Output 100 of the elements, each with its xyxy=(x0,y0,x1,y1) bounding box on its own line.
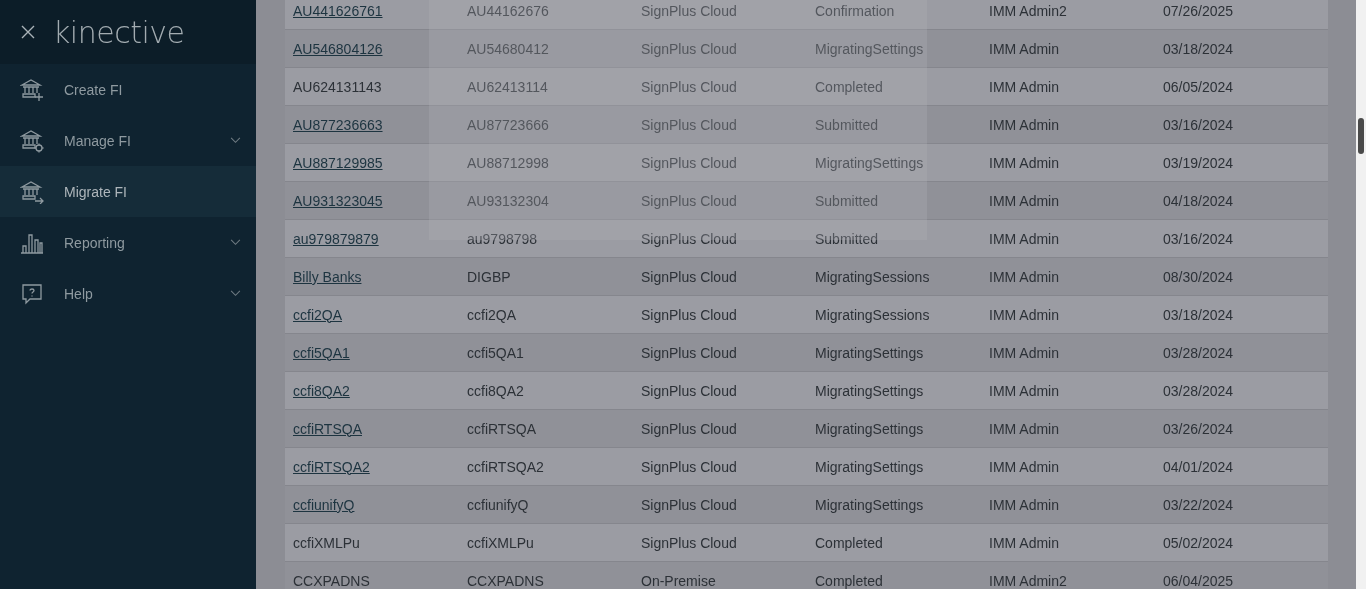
table-cell-text: IMM Admin xyxy=(989,154,1060,171)
table-cell-text: Completed xyxy=(815,572,884,589)
table-cell-text: ccfiXMLPu xyxy=(467,534,535,551)
table-cell-text: CCXPADNS xyxy=(293,572,371,589)
table-cell-text: ccfiXMLPu xyxy=(293,534,361,551)
table-cell-text: 05/02/2024 xyxy=(1163,534,1235,551)
table-cell-text: SignPlus Cloud xyxy=(641,344,738,361)
table-cell-text: SignPlus Cloud xyxy=(641,306,738,323)
table-cell-text: SignPlus Cloud xyxy=(641,2,738,19)
table-cell-text: 03/28/2024 xyxy=(1163,382,1235,399)
table-cell-text: AU624131143 xyxy=(293,78,383,95)
table-cell-text: ccfiunifyQ xyxy=(467,496,530,513)
table-cell-text: SignPlus Cloud xyxy=(641,116,738,133)
table-cell-text: AU88712998 xyxy=(467,154,550,171)
table-cell-text: IMM Admin xyxy=(989,534,1060,551)
fi-link[interactable]: AU441626761 xyxy=(293,2,467,19)
table-cell-text: MigratingSessions xyxy=(815,268,931,285)
fi-link[interactable]: ccfi5QA1 xyxy=(293,344,467,361)
table-cell-text: ccfiRTSQA xyxy=(467,420,537,437)
fi-link[interactable]: ccfiRTSQA2 xyxy=(293,458,467,475)
table-cell-text: MigratingSettings xyxy=(815,40,925,57)
table-cell-text: SignPlus Cloud xyxy=(641,40,738,57)
logo: kinective xyxy=(53,14,185,50)
fi-link[interactable]: ccfiunifyQ xyxy=(293,496,467,513)
nav-item[interactable]: Manage FI xyxy=(0,115,256,166)
table-cell-text: IMM Admin xyxy=(989,268,1060,285)
fi-link[interactable]: AU887129985 xyxy=(293,154,467,171)
table-cell-text: 06/05/2024 xyxy=(1163,78,1235,95)
table-cell-text: 04/18/2024 xyxy=(1163,192,1235,209)
fi-link[interactable]: AU931323045 xyxy=(293,192,467,209)
table-cell-text: ccfiRTSQA2 xyxy=(467,458,545,475)
table-cell-text: SignPlus Cloud xyxy=(641,496,738,513)
table-cell-text: SignPlus Cloud xyxy=(641,534,738,551)
table-cell-text: SignPlus Cloud xyxy=(641,420,738,437)
table-cell-text: IMM Admin xyxy=(989,230,1060,247)
table-cell-text: AU93132304 xyxy=(467,192,550,209)
table-cell-text: SignPlus Cloud xyxy=(641,382,738,399)
table-cell-text: IMM Admin xyxy=(989,344,1060,361)
table-cell-text: Submitted xyxy=(815,230,880,247)
fi-link[interactable]: Billy Banks xyxy=(293,268,467,285)
table-cell-text: 03/18/2024 xyxy=(1163,40,1235,57)
table-cell-text: IMM Admin xyxy=(989,78,1060,95)
table-cell-text: SignPlus Cloud xyxy=(641,268,738,285)
table-cell-text: 03/18/2024 xyxy=(1163,306,1235,323)
table-cell-text: Submitted xyxy=(815,192,880,209)
table-cell-text: 03/22/2024 xyxy=(1163,496,1235,513)
table-cell-text: 06/04/2025 xyxy=(1163,572,1235,589)
table-cell-text: 04/01/2024 xyxy=(1163,458,1235,475)
table-cell-text: Completed xyxy=(815,78,884,95)
table-cell-text: IMM Admin xyxy=(989,496,1060,513)
nav-item[interactable]: Reporting xyxy=(0,217,256,268)
table-cell-text: AU62413114 xyxy=(467,78,549,95)
table-cell-text: Confirmation xyxy=(815,2,896,19)
table-cell-text: MigratingSettings xyxy=(815,154,925,171)
table-cell-text: MigratingSettings xyxy=(815,496,925,513)
table-cell-text: SignPlus Cloud xyxy=(641,78,738,95)
fi-link[interactable]: ccfi2QA xyxy=(293,306,467,323)
table-cell-text: CCXPADNS xyxy=(467,572,545,589)
table-cell-text: 03/16/2024 xyxy=(1163,230,1235,247)
table-cell-text: SignPlus Cloud xyxy=(641,458,738,475)
table-cell-text: 03/19/2024 xyxy=(1163,154,1235,171)
table-cell-text: IMM Admin xyxy=(989,420,1060,437)
table-cell-text: 07/26/2025 xyxy=(1163,2,1235,19)
table-cell-text: Completed xyxy=(815,534,884,551)
fi-link[interactable]: ccfi8QA2 xyxy=(293,382,467,399)
table-cell-text: IMM Admin2 xyxy=(989,2,1068,19)
fi-link[interactable]: ccfiRTSQA xyxy=(293,420,467,437)
table-cell-text: IMM Admin xyxy=(989,382,1060,399)
table-cell-text: MigratingSessions xyxy=(815,306,931,323)
table-cell-text: IMM Admin xyxy=(989,458,1060,475)
table-cell-text: MigratingSettings xyxy=(815,382,925,399)
nav-item[interactable]: Help xyxy=(0,268,256,319)
nav-item[interactable]: Migrate FI xyxy=(0,166,256,217)
fi-link[interactable]: AU877236663 xyxy=(293,116,467,133)
table-cell-text: IMM Admin xyxy=(989,192,1060,209)
table-cell-text: ccfi8QA2 xyxy=(467,382,525,399)
table-cell-text: AU87723666 xyxy=(467,116,550,133)
table-cell-text: IMM Admin xyxy=(989,40,1060,57)
fi-link[interactable]: au979879879 xyxy=(293,230,467,247)
table-cell-text: MigratingSettings xyxy=(815,458,925,475)
table-cell-text: 08/30/2024 xyxy=(1163,268,1235,285)
table-cell-text: SignPlus Cloud xyxy=(641,230,738,247)
table-cell-text: IMM Admin xyxy=(989,116,1060,133)
table-cell-text: AU54680412 xyxy=(467,40,550,57)
table-cell-text: SignPlus Cloud xyxy=(641,154,738,171)
fi-link[interactable]: AU546804126 xyxy=(293,40,467,57)
table-cell-text: AU44162676 xyxy=(467,2,550,19)
table-cell-text: 03/26/2024 xyxy=(1163,420,1235,437)
table-cell-text: IMM Admin xyxy=(989,306,1060,323)
table-cell-text: 03/16/2024 xyxy=(1163,116,1235,133)
table-cell-text: SignPlus Cloud xyxy=(641,192,738,209)
nav-item[interactable]: Create FI xyxy=(0,64,256,115)
table-cell-text: IMM Admin2 xyxy=(989,572,1068,589)
table-cell-text: au9798798 xyxy=(467,230,539,247)
table-cell-text: ccfi5QA1 xyxy=(467,344,525,361)
table-cell-text: 03/28/2024 xyxy=(1163,344,1235,361)
table-cell-text: On-Premise xyxy=(641,572,717,589)
table-cell-text: MigratingSettings xyxy=(815,420,925,437)
table-cell-text: ccfi2QA xyxy=(467,306,517,323)
table-cell-text: MigratingSettings xyxy=(815,344,925,361)
